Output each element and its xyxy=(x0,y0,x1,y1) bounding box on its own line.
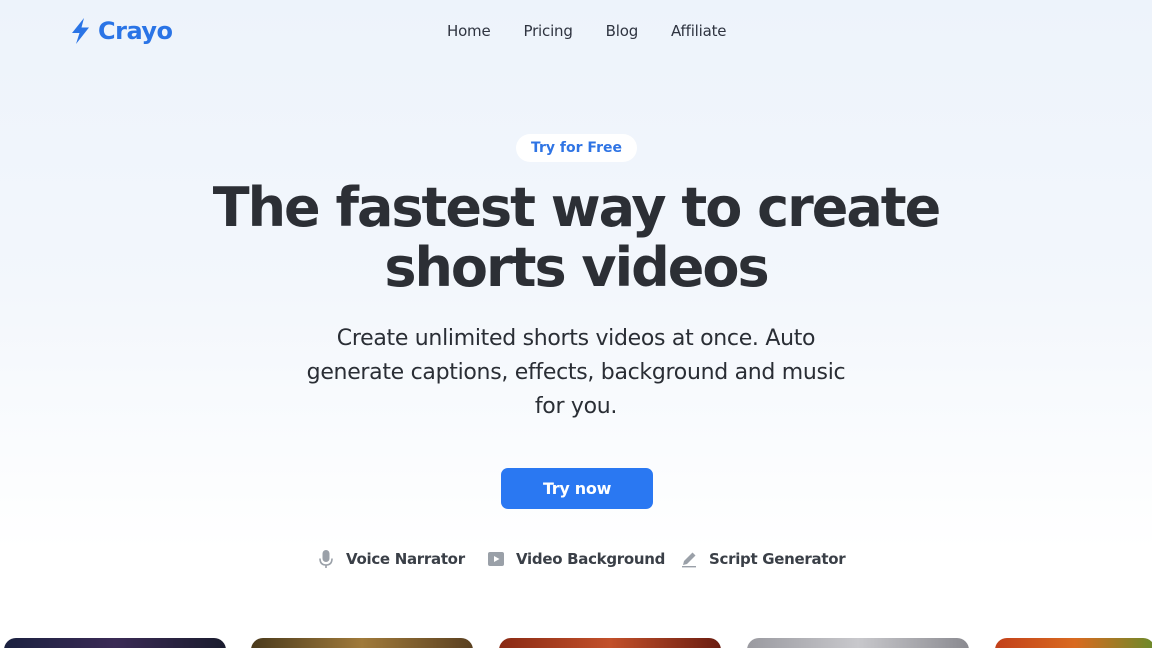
try-now-button[interactable]: Try now xyxy=(501,468,653,509)
video-thumbnail-strip xyxy=(0,638,1152,648)
hero-headline-line-2: shorts videos xyxy=(384,236,769,299)
feature-label: Video Background xyxy=(516,550,666,568)
hero-headline-line-1: The fastest way to create xyxy=(212,176,941,239)
play-video-icon xyxy=(486,549,506,569)
hero-subheading: Create unlimited shorts videos at once. … xyxy=(276,322,876,424)
top-navigation: Crayo Home Pricing Blog Affiliate xyxy=(0,0,1152,64)
video-thumbnail[interactable] xyxy=(251,638,473,648)
brand-logo-link[interactable]: Crayo xyxy=(70,17,173,45)
video-thumbnail[interactable] xyxy=(747,638,969,648)
feature-label: Voice Narrator xyxy=(346,550,465,568)
hero-subheading-line-2: generate captions, effects, background a… xyxy=(306,360,846,385)
microphone-icon xyxy=(316,549,336,569)
video-thumbnail[interactable] xyxy=(499,638,721,648)
lightning-bolt-icon xyxy=(72,18,89,44)
nav-affiliate-link[interactable]: Affiliate xyxy=(671,22,726,40)
feature-voice-narrator: Voice Narrator xyxy=(316,549,465,569)
hero-headline: The fastest way to create shorts videos xyxy=(0,178,1152,298)
feature-video-background: Video Background xyxy=(486,549,665,569)
pencil-icon xyxy=(679,549,699,569)
feature-label: Script Generator xyxy=(709,550,846,568)
nav-blog-link[interactable]: Blog xyxy=(606,22,639,40)
video-thumbnail[interactable] xyxy=(995,638,1152,648)
nav-links: Home Pricing Blog Affiliate xyxy=(447,22,727,40)
feature-list: Voice Narrator Video Background Script G… xyxy=(0,549,1152,573)
nav-home-link[interactable]: Home xyxy=(447,22,491,40)
video-thumbnail[interactable] xyxy=(4,638,226,648)
brand-name: Crayo xyxy=(98,17,173,45)
hero-subheading-line-1: Create unlimited shorts videos at once. … xyxy=(336,326,816,351)
try-for-free-badge[interactable]: Try for Free xyxy=(516,134,637,162)
nav-pricing-link[interactable]: Pricing xyxy=(524,22,573,40)
feature-script-generator: Script Generator xyxy=(679,549,846,569)
hero-subheading-line-3: for you. xyxy=(534,394,618,419)
